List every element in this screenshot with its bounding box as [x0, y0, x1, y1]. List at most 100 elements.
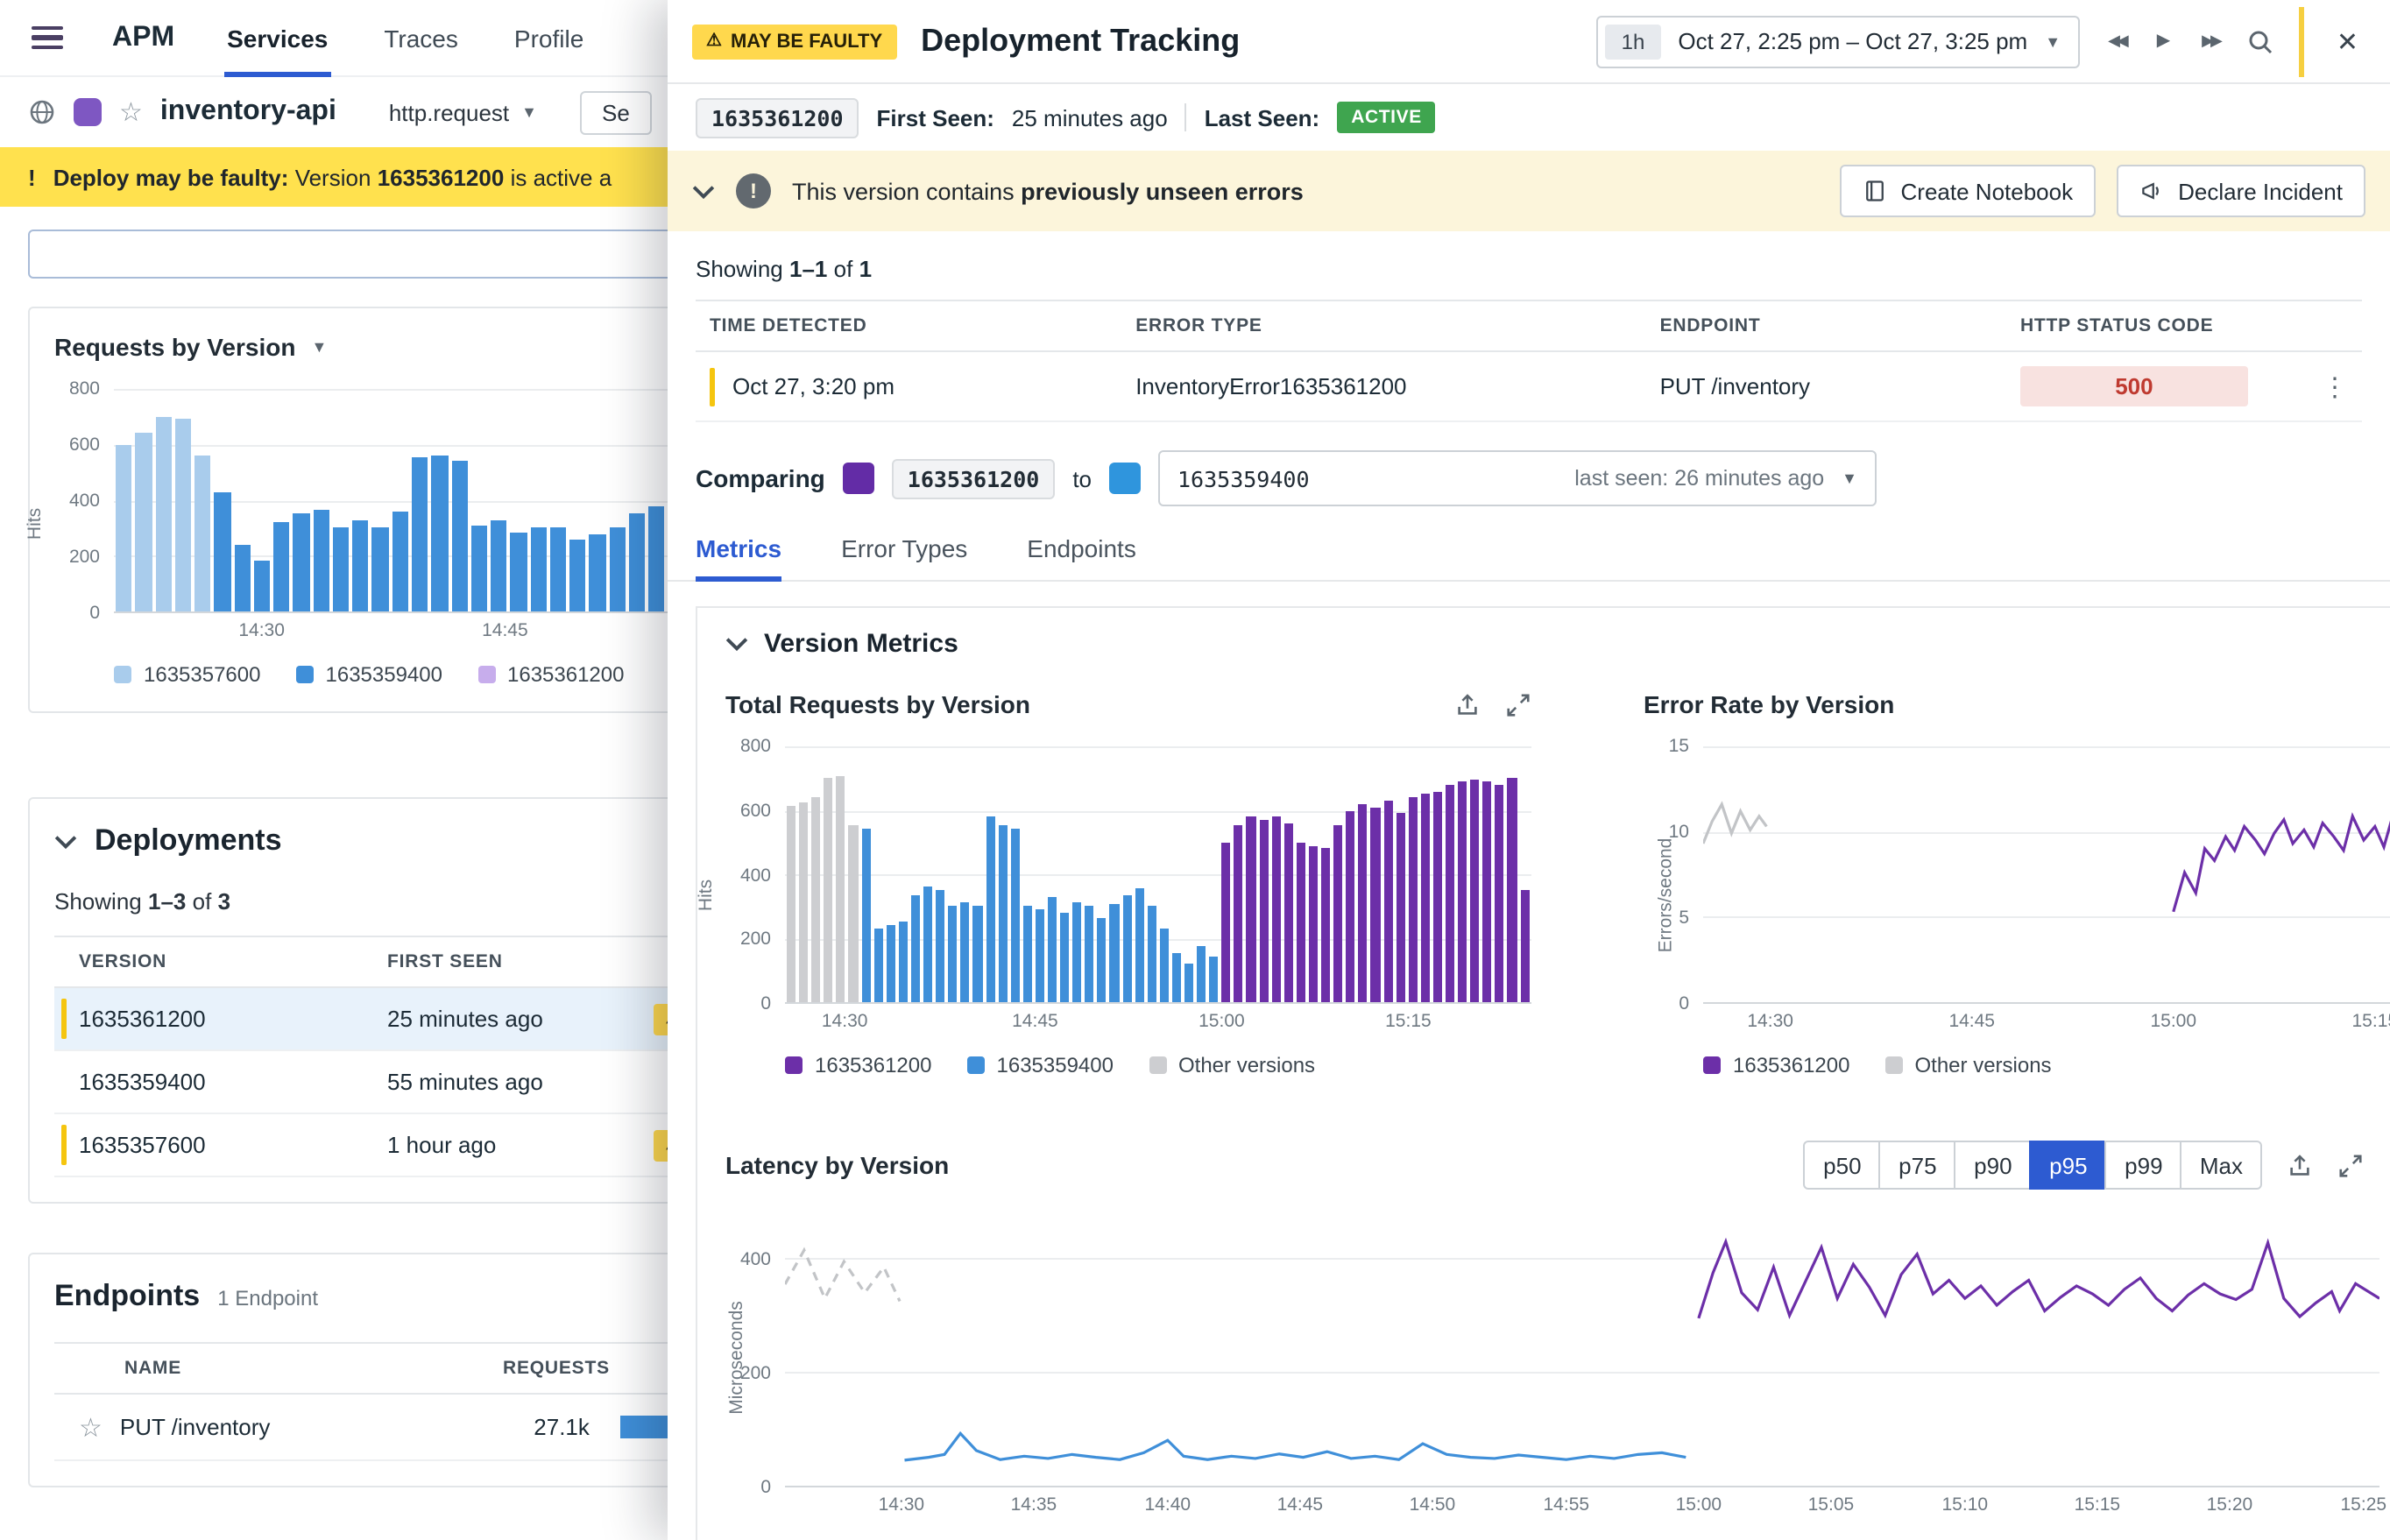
- y-axis-ticks: 0200400: [725, 1225, 785, 1487]
- tab-metrics[interactable]: Metrics: [696, 534, 781, 580]
- first-seen-label: First Seen:: [877, 104, 994, 131]
- tab-error-types[interactable]: Error Types: [841, 534, 967, 580]
- x-tick: 14:55: [1544, 1494, 1590, 1515]
- zoom-icon[interactable]: [2247, 27, 2275, 55]
- percentile-p90[interactable]: p90: [1955, 1141, 2032, 1190]
- percentile-p50[interactable]: p50: [1804, 1141, 1881, 1190]
- divider: [2300, 6, 2305, 76]
- y-tick: 5: [1679, 908, 1689, 929]
- operation-select[interactable]: http.request▼: [389, 99, 537, 125]
- percentile-p99[interactable]: p99: [2105, 1141, 2182, 1190]
- bar: [1383, 802, 1392, 1002]
- rewind-icon[interactable]: ◀◀: [2104, 28, 2129, 54]
- bar: [936, 890, 944, 1002]
- play-icon[interactable]: ▶: [2153, 28, 2174, 54]
- x-tick: 15:15: [1385, 1011, 1432, 1032]
- fast-forward-icon[interactable]: ▶▶: [2198, 28, 2223, 54]
- y-tick: 400: [740, 865, 771, 886]
- legend-item[interactable]: 1635359400: [296, 662, 443, 687]
- x-tick: 15:20: [2207, 1494, 2253, 1515]
- to-label: to: [1072, 465, 1092, 491]
- bar: [824, 779, 833, 1003]
- faulty-banner-text2: is active a: [511, 164, 612, 190]
- bar: [1234, 824, 1243, 1002]
- bar: [511, 533, 527, 611]
- expand-icon[interactable]: [1505, 691, 1531, 717]
- x-tick: 15:10: [1942, 1494, 1989, 1515]
- http-status-badge: 500: [2020, 366, 2248, 406]
- bar: [1297, 843, 1305, 1003]
- compare-version-select[interactable]: 1635359400 last seen: 26 minutes ago ▼: [1158, 450, 1877, 506]
- menu-icon[interactable]: [32, 26, 63, 50]
- nav-tab-traces[interactable]: Traces: [380, 1, 462, 74]
- bar: [849, 824, 858, 1002]
- favorite-star-icon[interactable]: ☆: [79, 1411, 103, 1443]
- bar: [1036, 908, 1044, 1002]
- service-name: inventory-api: [160, 96, 336, 128]
- create-notebook-button[interactable]: Create Notebook: [1840, 165, 2097, 217]
- export-icon[interactable]: [1454, 691, 1481, 717]
- time-range-value: Oct 27, 2:25 pm – Oct 27, 3:25 pm: [1678, 28, 2027, 54]
- requests-chart-title-dropdown[interactable]: Requests by Version▼: [54, 333, 327, 361]
- declare-incident-button[interactable]: Declare Incident: [2117, 165, 2365, 217]
- legend-item[interactable]: 1635361200: [477, 662, 625, 687]
- warning-triangle-icon: ⚠: [706, 32, 722, 51]
- legend-item[interactable]: Other versions: [1149, 1053, 1315, 1077]
- error-row[interactable]: Oct 27, 3:20 pm InventoryError1635361200…: [696, 352, 2362, 422]
- app-title: APM: [112, 22, 174, 53]
- error-rate-chart: Error Rate by Version Errors/second 0510…: [1644, 690, 2390, 1077]
- bar: [451, 462, 468, 611]
- legend-swatch: [1149, 1056, 1166, 1074]
- version-chip: 1635361200: [696, 97, 859, 138]
- endpoints-title: Endpoints: [54, 1279, 200, 1314]
- nav-tab-services[interactable]: Services: [223, 1, 331, 74]
- export-icon[interactable]: [2287, 1152, 2313, 1178]
- bar: [787, 806, 795, 1002]
- deployment-first-seen: 55 minutes ago: [387, 1069, 654, 1095]
- percentile-p95[interactable]: p95: [2030, 1141, 2107, 1190]
- nav-tab-profile[interactable]: Profile: [511, 1, 587, 74]
- row-menu-icon[interactable]: ⋮: [2302, 371, 2348, 402]
- bar: [116, 445, 132, 612]
- legend-item[interactable]: 1635361200: [785, 1053, 932, 1077]
- bar: [973, 907, 982, 1003]
- bar: [1147, 907, 1156, 1003]
- bar: [1184, 964, 1193, 1002]
- latency-header: Latency by Version p50p75p90p95p99Max: [725, 1141, 2364, 1190]
- legend-item[interactable]: 1635361200: [1703, 1053, 1850, 1077]
- column-error-type: ERROR TYPE: [1135, 315, 1659, 336]
- percentile-selector: p50p75p90p95p99Max: [1804, 1141, 2262, 1190]
- bar: [590, 533, 606, 611]
- time-range-select[interactable]: 1h Oct 27, 2:25 pm – Oct 27, 3:25 pm ▼: [1597, 15, 2080, 67]
- bar: [471, 526, 488, 611]
- legend-item[interactable]: 1635357600: [114, 662, 261, 687]
- bar: [899, 922, 908, 1002]
- faulty-row-accent: [61, 999, 67, 1039]
- bar: [352, 519, 369, 611]
- bar: [1160, 929, 1169, 1002]
- version-metrics-header[interactable]: Version Metrics: [725, 629, 2390, 659]
- banner-text-bold: previously unseen errors: [1021, 178, 1304, 204]
- expand-icon[interactable]: [2337, 1152, 2364, 1178]
- percentile-max[interactable]: Max: [2181, 1141, 2262, 1190]
- endpoint-name[interactable]: PUT /inventory: [120, 1414, 484, 1440]
- chevron-down-icon: ▼: [521, 103, 537, 121]
- bar: [837, 777, 845, 1002]
- y-axis-ticks: 0200400600800: [54, 389, 114, 613]
- bar: [811, 797, 820, 1002]
- version-a-chip: 1635361200: [892, 458, 1056, 498]
- close-icon[interactable]: ✕: [2330, 22, 2365, 60]
- bar: [1172, 954, 1181, 1002]
- env-select[interactable]: Se: [579, 90, 653, 134]
- collapse-chevron-icon[interactable]: [692, 183, 715, 199]
- favorite-star-icon[interactable]: ☆: [119, 96, 143, 128]
- tab-endpoints[interactable]: Endpoints: [1027, 534, 1136, 580]
- y-tick: 200: [69, 547, 100, 568]
- legend-item[interactable]: 1635359400: [967, 1053, 1114, 1077]
- legend-item[interactable]: Other versions: [1885, 1053, 2052, 1077]
- bar: [986, 816, 994, 1002]
- x-tick: 15:00: [2150, 1011, 2196, 1032]
- latency-chart: Microseconds 0200400 14:3014:3514:4014:4…: [725, 1225, 2379, 1515]
- bar: [333, 528, 350, 611]
- percentile-p75[interactable]: p75: [1879, 1141, 1956, 1190]
